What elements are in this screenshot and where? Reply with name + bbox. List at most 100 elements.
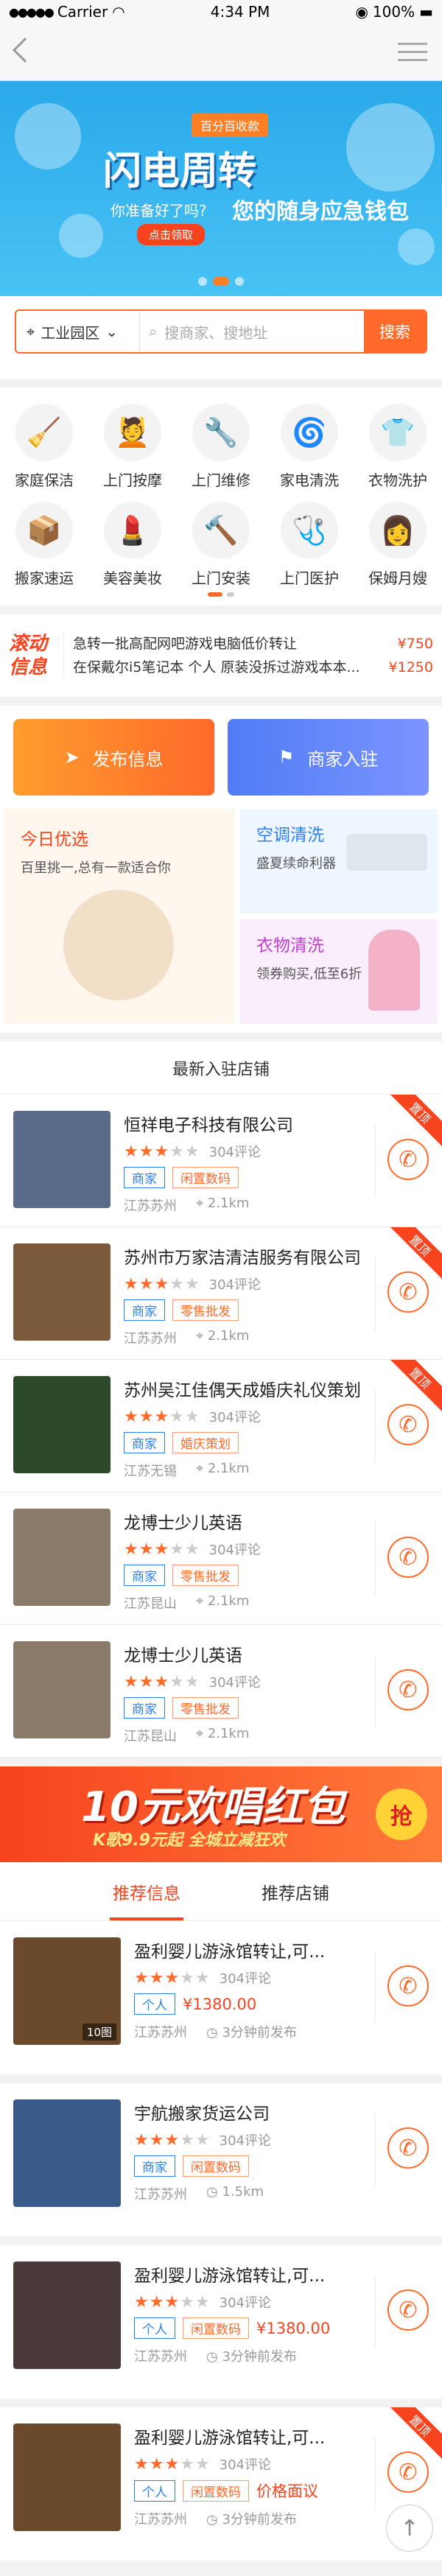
category-8[interactable]: 🩺 上门医护 — [265, 502, 354, 588]
shop-location: 江苏无锡 — [124, 1464, 177, 1479]
news-item[interactable]: 在保戴尔i5笔记本 个人 原装没拆过游戏本本... ¥1250 — [73, 656, 433, 679]
rating-stars: ★★★★★ — [134, 1968, 211, 1987]
category-label: 家庭保洁 — [15, 471, 74, 489]
shop-thumbnail — [13, 1509, 110, 1606]
listing-location: 江苏苏州 — [134, 2025, 187, 2040]
shop-row[interactable]: 龙博士少儿英语 ★★★★★ 304评论 商家 零售批发 江苏昆山 ⌖ 2.1km ✆ — [0, 1625, 442, 1758]
category-1[interactable]: 💆 上门按摩 — [88, 404, 177, 490]
tag: 商家 — [124, 1697, 165, 1719]
ac-cleaning-card[interactable]: 空调清洗 盛夏续命利器 — [240, 809, 438, 913]
shop-location: 江苏昆山 — [124, 1596, 177, 1612]
shop-thumbnail — [13, 1376, 110, 1473]
shop-row[interactable]: 苏州吴江佳偶天成婚庆礼仪策划 ★★★★★ 304评论 商家 婚庆策划 江苏无锡 ⌖ 2.1k… — [0, 1360, 442, 1492]
phone-icon[interactable]: ✆ — [387, 2127, 429, 2169]
shop-row[interactable]: 恒祥电子科技有限公司 ★★★★★ 304评论 商家 闲置数码 江苏苏州 ⌖ 2.1km ✆ 置顶 — [0, 1095, 442, 1227]
category-label: 搬家速运 — [15, 569, 74, 587]
banner-title: 闪电周转 — [103, 150, 257, 194]
karaoke-ad[interactable]: 10元欢唱红包 K歌9.9元起 全城立减狂欢 抢 — [0, 1766, 442, 1862]
tag: 闲置数码 — [172, 1167, 239, 1188]
pinned-badge: 置顶 — [390, 1227, 442, 1279]
clock-icon: ◷ — [206, 2025, 222, 2040]
wifi-icon: ◠ — [112, 3, 125, 21]
rating-stars: ★★★★★ — [124, 1540, 200, 1559]
publish-button[interactable]: ➤ 发布信息 — [13, 719, 214, 796]
tag: 个人 — [134, 2480, 175, 2502]
search-icon: ⌕ — [149, 323, 158, 340]
review-count: 304评论 — [208, 1410, 261, 1425]
clock: 4:34 PM — [210, 3, 270, 21]
listing-row[interactable]: 宇航搬家货运公司 ★★★★★ 304评论 商家 闲置数码 江苏苏州 ◷ 1.5km ✆ — [0, 2083, 442, 2245]
medical-icon: 🩺 — [281, 502, 338, 559]
back-to-top-icon[interactable]: ↑ — [386, 2505, 433, 2552]
category-0[interactable]: 🧹 家庭保洁 — [0, 404, 88, 490]
listing-row[interactable]: 盈利婴儿游泳馆转让,可... ★★★★★ 304评论 个人 闲置数码 ¥1380.00 江苏… — [0, 2245, 442, 2407]
rating-stars: ★★★★★ — [124, 1274, 200, 1294]
category-5[interactable]: 📦 搬家速运 — [0, 502, 88, 588]
clothes-cleaning-card[interactable]: 衣物清洗 领券购买,低至6折 — [240, 919, 438, 1024]
category-9[interactable]: 👩 保姆月嫂 — [354, 502, 442, 588]
ad-sub: K歌9.9元起 全城立减狂欢 — [93, 1831, 286, 1850]
washer-icon: 🌀 — [281, 404, 338, 461]
category-3[interactable]: 🌀 家电清洗 — [265, 404, 354, 490]
category-2[interactable]: 🔧 上门维修 — [177, 404, 265, 490]
back-icon[interactable] — [13, 38, 38, 63]
pinned-badge: 置顶 — [390, 2407, 442, 2459]
tab-recommend-shops[interactable]: 推荐店铺 — [262, 1862, 329, 1920]
news-ticker[interactable]: 滚动 信息 急转一批高配网吧游戏电脑低价转让 ¥750 在保戴尔i5笔记本 个人 原… — [0, 614, 442, 697]
today-picks-card[interactable]: 今日优选 百里挑一,总有一款适合你 — [4, 809, 234, 1024]
banner-button[interactable]: 点击领取 — [137, 224, 206, 245]
phone-icon[interactable]: ✆ — [387, 1669, 429, 1710]
flower-image — [63, 890, 174, 1000]
pin-icon: ⌖ — [196, 1726, 208, 1741]
tab-recommend-info[interactable]: 推荐信息 — [110, 1862, 183, 1920]
nanny-icon: 👩 — [369, 502, 427, 559]
publish-time: ◷ 3分钟前发布 — [206, 2512, 297, 2527]
hammer-icon: 🔨 — [192, 502, 250, 559]
listing-thumbnail: 10图 — [13, 1937, 121, 2045]
tabs: 推荐信息 推荐店铺 — [0, 1862, 442, 1921]
banner[interactable]: 百分百收款 闪电周转 你准备好了吗? 您的随身应急钱包 点击领取 — [0, 81, 442, 296]
listing-row[interactable]: 10图 盈利婴儿游泳馆转让,可... ★★★★★ 304评论 个人 ¥1380.00 江苏苏… — [0, 1921, 442, 2083]
listing-title: 盈利婴儿游泳馆转让,可... — [134, 1942, 326, 1962]
lipstick-icon: 💄 — [104, 502, 161, 559]
clock-icon: ◷ — [206, 2349, 222, 2365]
search-input[interactable]: ⌕ 搜商家、搜地址 — [140, 311, 364, 352]
tag: 商家 — [124, 1432, 165, 1453]
shop-row[interactable]: 苏州市万家洁清洁服务有限公司 ★★★★★ 304评论 商家 零售批发 江苏苏州 ⌖ 2.1k… — [0, 1227, 442, 1360]
review-count: 304评论 — [208, 1543, 261, 1558]
tag: 婚庆策划 — [172, 1432, 239, 1453]
tag: 零售批发 — [172, 1299, 239, 1321]
review-count: 304评论 — [208, 1675, 261, 1691]
publish-time: ◷ 1.5km — [206, 2184, 264, 2200]
menu-icon[interactable] — [398, 43, 427, 67]
phone-icon[interactable]: ✆ — [387, 1965, 429, 2007]
merchant-join-button[interactable]: ⚑ 商家入驻 — [228, 719, 429, 796]
rating-stars: ★★★★★ — [134, 2292, 211, 2312]
ad-grab-button[interactable]: 抢 — [376, 1789, 427, 1840]
distance: ⌖ 2.1km — [196, 1461, 250, 1476]
review-count: 304评论 — [208, 1145, 261, 1160]
news-item[interactable]: 急转一批高配网吧游戏电脑低价转让 ¥750 — [73, 632, 433, 656]
chevron-down-icon: ⌄ — [105, 323, 119, 340]
area-selector[interactable]: ⌖ 工业园区 ⌄ — [16, 311, 140, 352]
listing-row[interactable]: 盈利婴儿游泳馆转让,可... ★★★★★ 304评论 个人 闲置数码 价格面议 江苏苏州 ◷ … — [0, 2407, 442, 2569]
shop-location: 江苏苏州 — [124, 1331, 177, 1347]
shop-name: 龙博士少儿英语 — [124, 1514, 242, 1533]
category-4[interactable]: 👕 衣物洗护 — [354, 404, 442, 490]
shop-row[interactable]: 龙博士少儿英语 ★★★★★ 304评论 商家 零售批发 江苏昆山 ⌖ 2.1km ✆ — [0, 1492, 442, 1625]
phone-icon[interactable]: ✆ — [387, 2289, 429, 2331]
distance: ⌖ 2.1km — [196, 1593, 250, 1609]
phone-icon[interactable]: ✆ — [387, 1537, 429, 1578]
pinned-badge: 置顶 — [390, 1095, 442, 1146]
category-7[interactable]: 🔨 上门安装 — [177, 502, 265, 588]
price: ¥1380.00 — [256, 2319, 331, 2337]
clock-icon: ◷ — [206, 2184, 222, 2200]
category-label: 上门安装 — [192, 569, 250, 587]
search-button[interactable]: 搜索 — [364, 311, 426, 352]
banner-sub: 你准备好了吗? — [110, 202, 207, 220]
distance: ⌖ 2.1km — [196, 1328, 250, 1344]
listing-title: 盈利婴儿游泳馆转让,可... — [134, 2267, 326, 2286]
category-6[interactable]: 💄 美容美妆 — [88, 502, 177, 588]
category-pager — [0, 592, 442, 597]
category-label: 上门按摩 — [103, 471, 162, 489]
